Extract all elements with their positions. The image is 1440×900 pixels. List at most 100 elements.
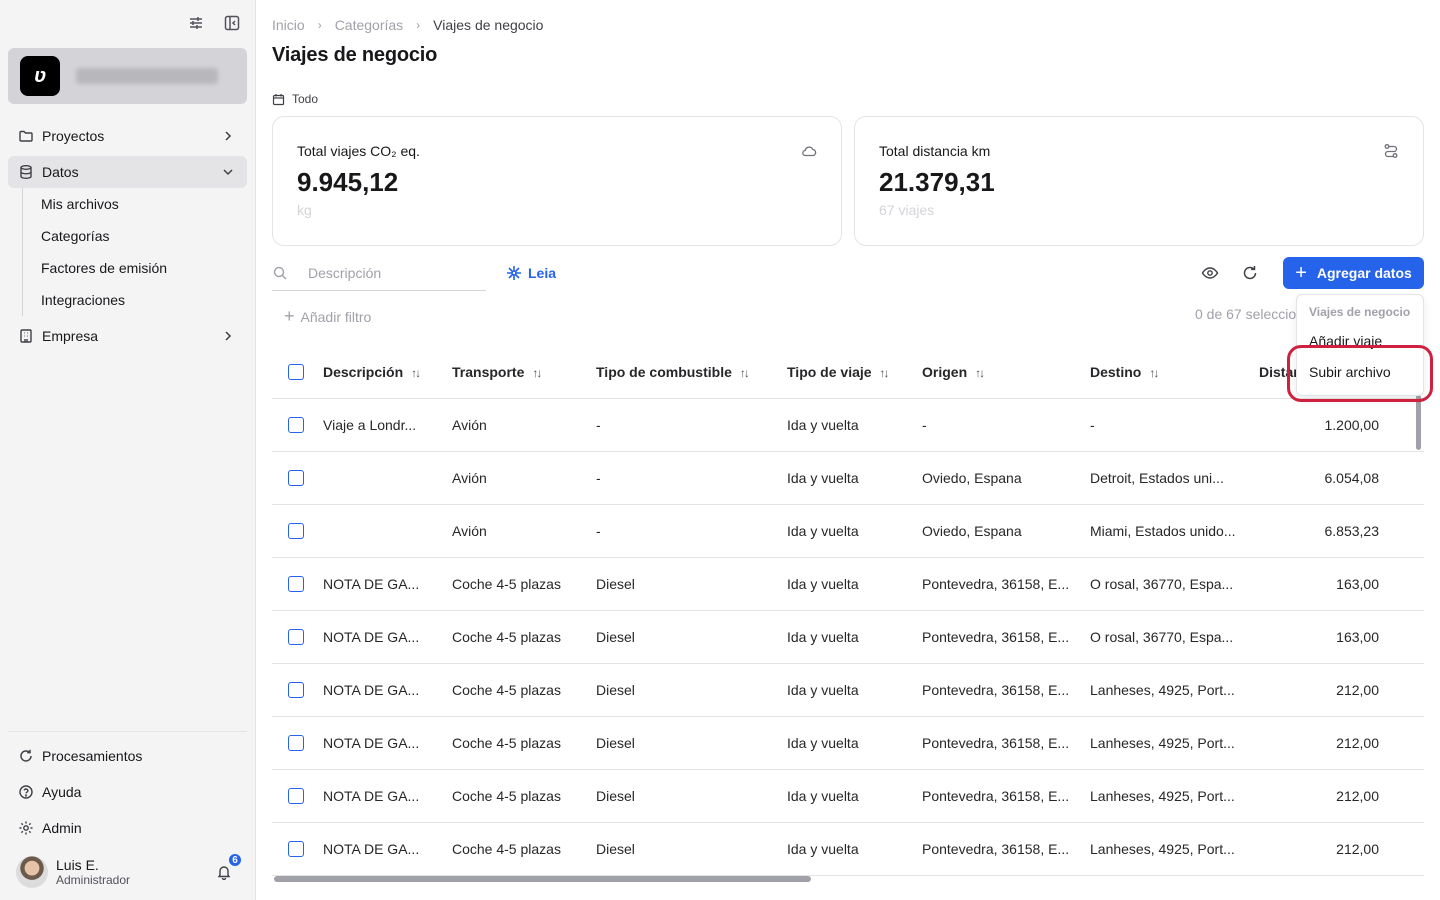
cell-distancia: 212,00 (1336, 735, 1379, 751)
cell-destino: Lanheses, 4925, Port... (1090, 682, 1235, 698)
cell-descripcion: NOTA DE GA... (323, 576, 420, 592)
add-data-label: Agregar datos (1316, 265, 1412, 281)
table-row[interactable]: Avión - Ida y vuelta Oviedo, Espana Miami, E… (272, 505, 1424, 558)
cell-tipo-viaje: Ida y vuelta (787, 576, 859, 592)
row-checkbox[interactable] (288, 735, 304, 751)
row-checkbox[interactable] (288, 841, 304, 857)
chevron-right-icon (221, 129, 235, 143)
kpi-label: Total viajes CO₂ eq. (297, 143, 420, 159)
breadcrumb-inicio[interactable]: Inicio (272, 17, 305, 33)
calendar-icon (272, 93, 285, 106)
nav-item-empresa[interactable]: Empresa (8, 320, 247, 352)
leia-button[interactable]: Leia (505, 264, 556, 282)
col-header-origen[interactable]: Origen ↑↓ (922, 364, 1077, 380)
nav-item-procesamientos[interactable]: Procesamientos (8, 740, 247, 772)
cell-distancia: 6.054,08 (1324, 470, 1380, 486)
table-row[interactable]: NOTA DE GA... Coche 4-5 plazas Diesel Ida y… (272, 823, 1424, 876)
col-header-combustible[interactable]: Tipo de combustible ↑↓ (596, 364, 776, 380)
kpi-label: Total distancia km (879, 143, 991, 159)
refresh-icon[interactable] (1240, 263, 1260, 283)
row-checkbox[interactable] (288, 417, 304, 433)
organization-switcher[interactable]: ʋ (8, 48, 247, 104)
cell-transporte: Avión (452, 417, 487, 433)
col-header-transporte[interactable]: Transporte ↑↓ (452, 364, 582, 380)
gear-icon (18, 820, 34, 836)
user-profile[interactable]: Luis E. Administrador (16, 856, 130, 888)
page-title: Viajes de negocio (272, 44, 438, 66)
search-input[interactable] (308, 265, 468, 281)
col-header-destino[interactable]: Destino ↑↓ (1090, 364, 1250, 380)
row-checkbox[interactable] (288, 629, 304, 645)
table-row[interactable]: Viaje a Londr... Avión - Ida y vuelta - - 1.20… (272, 399, 1424, 452)
kpi-value: 21.379,31 (879, 167, 995, 197)
cell-combustible: - (596, 417, 601, 433)
select-all-checkbox[interactable] (288, 364, 304, 380)
table-row[interactable]: NOTA DE GA... Coche 4-5 plazas Diesel Ida y… (272, 664, 1424, 717)
sidebar: ʋ Proyectos Datos Mis archivos Categoría… (0, 0, 256, 900)
row-checkbox[interactable] (288, 523, 304, 539)
row-checkbox[interactable] (288, 788, 304, 804)
nav-item-proyectos[interactable]: Proyectos (8, 120, 247, 152)
collapse-sidebar-icon[interactable] (223, 14, 241, 32)
trips-table: Descripción ↑↓ Transporte ↑↓ Tipo de combu… (272, 346, 1424, 876)
vertical-scrollbar[interactable] (1416, 395, 1421, 450)
nav-label: Proyectos (42, 128, 105, 144)
add-data-button[interactable]: + Agregar datos (1283, 257, 1424, 289)
table-row[interactable]: NOTA DE GA... Coche 4-5 plazas Diesel Ida y… (272, 611, 1424, 664)
eye-icon[interactable] (1200, 263, 1220, 283)
cell-tipo-viaje: Ida y vuelta (787, 629, 859, 645)
table-row[interactable]: NOTA DE GA... Coche 4-5 plazas Diesel Ida y… (272, 558, 1424, 611)
cell-transporte: Coche 4-5 plazas (452, 576, 561, 592)
cell-descripcion: NOTA DE GA... (323, 841, 420, 857)
sidebar-item-integraciones[interactable]: Integraciones (23, 284, 242, 316)
col-header-tipo-viaje[interactable]: Tipo de viaje ↑↓ (787, 364, 907, 380)
cell-origen: Pontevedra, 36158, E... (922, 841, 1070, 857)
date-filter[interactable]: Todo (272, 92, 318, 106)
date-filter-label: Todo (292, 92, 319, 106)
sort-icon: ↑↓ (1149, 366, 1159, 380)
chevron-right-icon: › (416, 18, 421, 32)
table-row[interactable]: NOTA DE GA... Coche 4-5 plazas Diesel Ida y… (272, 770, 1424, 823)
highlight-annotation (1287, 345, 1433, 402)
plus-icon: + (1295, 262, 1307, 284)
nav-item-ayuda[interactable]: Ayuda (8, 776, 247, 808)
cell-origen: Pontevedra, 36158, E... (922, 682, 1070, 698)
nav-label: Admin (42, 820, 82, 836)
cell-origen: Pontevedra, 36158, E... (922, 735, 1070, 751)
kpi-value: 9.945,12 (297, 167, 399, 197)
cell-descripcion: Viaje a Londr... (323, 417, 417, 433)
nav-item-datos[interactable]: Datos (8, 156, 247, 188)
cell-combustible: Diesel (596, 629, 635, 645)
nav-item-admin[interactable]: Admin (8, 812, 247, 844)
row-checkbox[interactable] (288, 576, 304, 592)
table-row[interactable]: NOTA DE GA... Coche 4-5 plazas Diesel Ida y… (272, 717, 1424, 770)
sidebar-item-mis-archivos[interactable]: Mis archivos (23, 188, 242, 220)
breadcrumb-current: Viajes de negocio (433, 17, 544, 33)
row-checkbox[interactable] (288, 682, 304, 698)
add-filter-button[interactable]: + Añadir filtro (284, 306, 371, 327)
cell-destino: Detroit, Estados uni... (1090, 470, 1224, 486)
chevron-right-icon: › (317, 18, 322, 32)
sidebar-item-categorias[interactable]: Categorías (23, 220, 242, 252)
cell-descripcion: NOTA DE GA... (323, 682, 420, 698)
cell-transporte: Coche 4-5 plazas (452, 735, 561, 751)
table-row[interactable]: Avión - Ida y vuelta Oviedo, Espana Detroit,… (272, 452, 1424, 505)
cell-destino: O rosal, 36770, Espa... (1090, 629, 1234, 645)
cell-transporte: Coche 4-5 plazas (452, 788, 561, 804)
horizontal-scrollbar[interactable] (274, 876, 811, 882)
cell-destino: O rosal, 36770, Espa... (1090, 576, 1234, 592)
sort-icon: ↑↓ (739, 366, 750, 380)
cell-distancia: 212,00 (1336, 788, 1379, 804)
cell-origen: Pontevedra, 36158, E... (922, 576, 1070, 592)
breadcrumb-categorias[interactable]: Categorías (335, 17, 403, 33)
sliders-icon[interactable] (187, 14, 205, 32)
sidebar-item-factores[interactable]: Factores de emisión (23, 252, 242, 284)
cell-combustible: Diesel (596, 735, 635, 751)
row-checkbox[interactable] (288, 470, 304, 486)
cell-origen: Oviedo, Espana (922, 523, 1022, 539)
col-header-descripcion[interactable]: Descripción ↑↓ (323, 364, 433, 380)
user-role: Administrador (56, 873, 131, 887)
sort-icon: ↑↓ (411, 366, 421, 380)
cell-descripcion: NOTA DE GA... (323, 629, 420, 645)
cell-combustible: - (596, 523, 601, 539)
